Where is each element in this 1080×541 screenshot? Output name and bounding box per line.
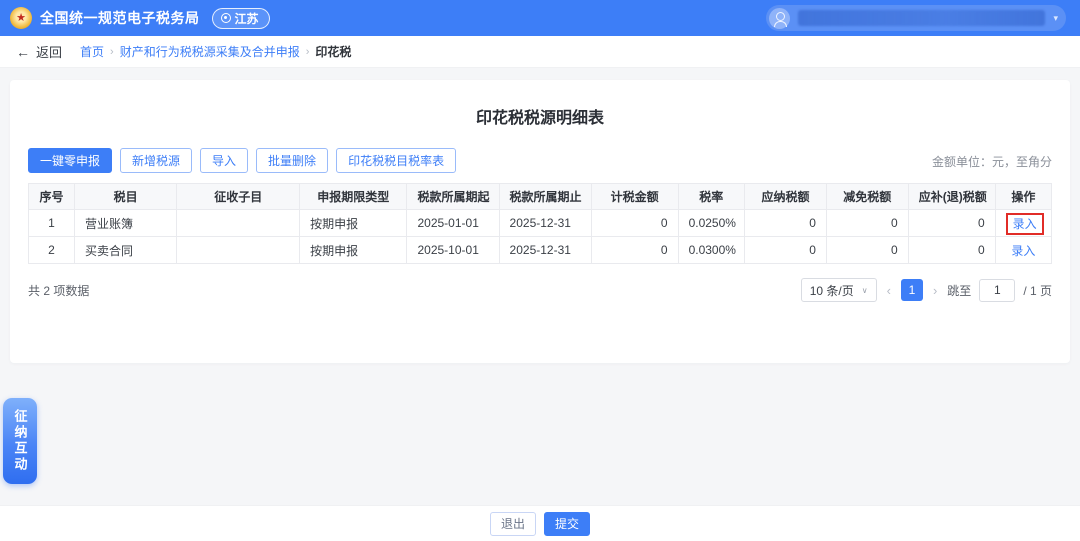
cell-rate: 0.0250% [678,210,744,237]
chevron-down-icon: ▾ [1053,13,1058,24]
user-account-menu[interactable]: ▾ [766,5,1066,31]
submit-button[interactable]: 提交 [544,512,590,536]
brand: ★ 全国统一规范电子税务局 江苏 [10,7,270,29]
cell-due: 0 [908,210,995,237]
breadcrumb-bar: ← 返回 首页 › 财产和行为税税源采集及合并申报 › 印花税 [0,36,1080,68]
col-operation: 操作 [995,184,1051,210]
cell-due: 0 [908,237,995,264]
cell-payable: 0 [745,210,827,237]
back-arrow-icon: ← [16,44,30,60]
page-size-value: 10 条/页 [810,282,854,299]
col-period-start: 税款所属期起 [407,184,499,210]
cell-period_type: 按期申报 [300,210,407,237]
breadcrumb-current: 印花税 [315,43,351,60]
total-pages-label: / 1 页 [1023,282,1052,299]
next-page-button[interactable]: › [931,283,939,298]
enter-record-link[interactable]: 录入 [1006,242,1040,260]
cell-seq: 2 [29,237,75,264]
amount-unit-note: 金额单位：元，至角分 [932,153,1052,173]
main-content: 印花税税源明细表 一键零申报 新增税源 导入 批量删除 印花税税目税率表 金额单… [0,68,1080,505]
cell-item: 营业账簿 [75,210,177,237]
breadcrumb: 首页 › 财产和行为税税源采集及合并申报 › 印花税 [80,43,351,60]
table-row: 2买卖合同按期申报2025-10-012025-12-3100.0300%000… [29,237,1052,264]
col-taxable-amount: 计税金额 [591,184,678,210]
cell-sub [177,210,300,237]
cell-item: 买卖合同 [75,237,177,264]
back-button[interactable]: ← 返回 [16,42,62,61]
footer-bar: 退出 提交 [0,505,1080,541]
jump-page-input[interactable] [979,279,1015,302]
cell-end: 2025-12-31 [499,210,591,237]
location-label: 江苏 [235,10,259,27]
user-avatar-icon [769,8,790,29]
col-period-end: 税款所属期止 [499,184,591,210]
cell-period_type: 按期申报 [300,237,407,264]
col-sub-item: 征收子目 [177,184,300,210]
jump-to-label: 跳至 [947,282,971,299]
add-tax-source-button[interactable]: 新增税源 [120,148,192,173]
import-button[interactable]: 导入 [200,148,248,173]
col-payable: 应纳税额 [745,184,827,210]
cell-rate: 0.0300% [678,237,744,264]
prev-page-button[interactable]: ‹ [885,283,893,298]
national-emblem-icon: ★ [10,7,32,29]
breadcrumb-separator: › [306,46,310,58]
cell-seq: 1 [29,210,75,237]
table-row: 1营业账簿按期申报2025-01-012025-12-3100.0250%000… [29,210,1052,237]
cell-start: 2025-01-01 [407,210,499,237]
breadcrumb-home[interactable]: 首页 [80,43,104,60]
cell-reduction: 0 [826,210,908,237]
breadcrumb-separator: › [110,46,114,58]
cell-payable: 0 [745,237,827,264]
table-header: 序号 税目 征收子目 申报期限类型 税款所属期起 税款所属期止 计税金额 税率 … [29,184,1052,210]
cell-sub [177,237,300,264]
exit-button[interactable]: 退出 [490,512,536,536]
back-label: 返回 [36,42,62,61]
zero-declare-button[interactable]: 一键零申报 [28,148,112,173]
rate-table-button[interactable]: 印花税税目税率表 [336,148,456,173]
pagination: 10 条/页 ∨ ‹ 1 › 跳至 / 1 页 [801,278,1052,302]
toolbar: 一键零申报 新增税源 导入 批量删除 印花税税目税率表 金额单位：元，至角分 [28,148,1052,173]
col-reduction: 减免税额 [826,184,908,210]
page-size-select[interactable]: 10 条/页 ∨ [801,278,877,302]
col-period-type: 申报期限类型 [300,184,407,210]
cell-amount: 0 [591,210,678,237]
cell-operation: 录入 [995,237,1051,264]
batch-delete-button[interactable]: 批量删除 [256,148,328,173]
total-count-text: 共 2 项数据 [28,282,89,299]
interaction-side-tab[interactable]: 征纳互动 [3,398,37,484]
cell-operation: 录入 [995,210,1051,237]
user-name-redacted [798,10,1045,26]
col-due: 应补(退)税额 [908,184,995,210]
location-pin-icon [221,13,231,23]
location-badge[interactable]: 江苏 [212,8,270,29]
page-title: 印花税税源明细表 [28,80,1052,130]
current-page-button[interactable]: 1 [901,279,923,301]
cell-start: 2025-10-01 [407,237,499,264]
cell-reduction: 0 [826,237,908,264]
col-rate: 税率 [678,184,744,210]
table-body: 1营业账簿按期申报2025-01-012025-12-3100.0250%000… [29,210,1052,264]
topbar: ★ 全国统一规范电子税务局 江苏 ▾ [0,0,1080,36]
table-footer: 共 2 项数据 10 条/页 ∨ ‹ 1 › 跳至 / 1 页 [28,278,1052,302]
tax-source-card: 印花税税源明细表 一键零申报 新增税源 导入 批量删除 印花税税目税率表 金额单… [10,80,1070,363]
cell-end: 2025-12-31 [499,237,591,264]
col-tax-item: 税目 [75,184,177,210]
breadcrumb-collection[interactable]: 财产和行为税税源采集及合并申报 [120,43,300,60]
col-seq: 序号 [29,184,75,210]
app-title: 全国统一规范电子税务局 [40,8,200,28]
toolbar-buttons: 一键零申报 新增税源 导入 批量删除 印花税税目税率表 [28,148,456,173]
chevron-down-icon: ∨ [862,286,868,295]
cell-amount: 0 [591,237,678,264]
enter-record-link[interactable]: 录入 [1006,213,1044,235]
tax-source-table: 序号 税目 征收子目 申报期限类型 税款所属期起 税款所属期止 计税金额 税率 … [28,183,1052,264]
